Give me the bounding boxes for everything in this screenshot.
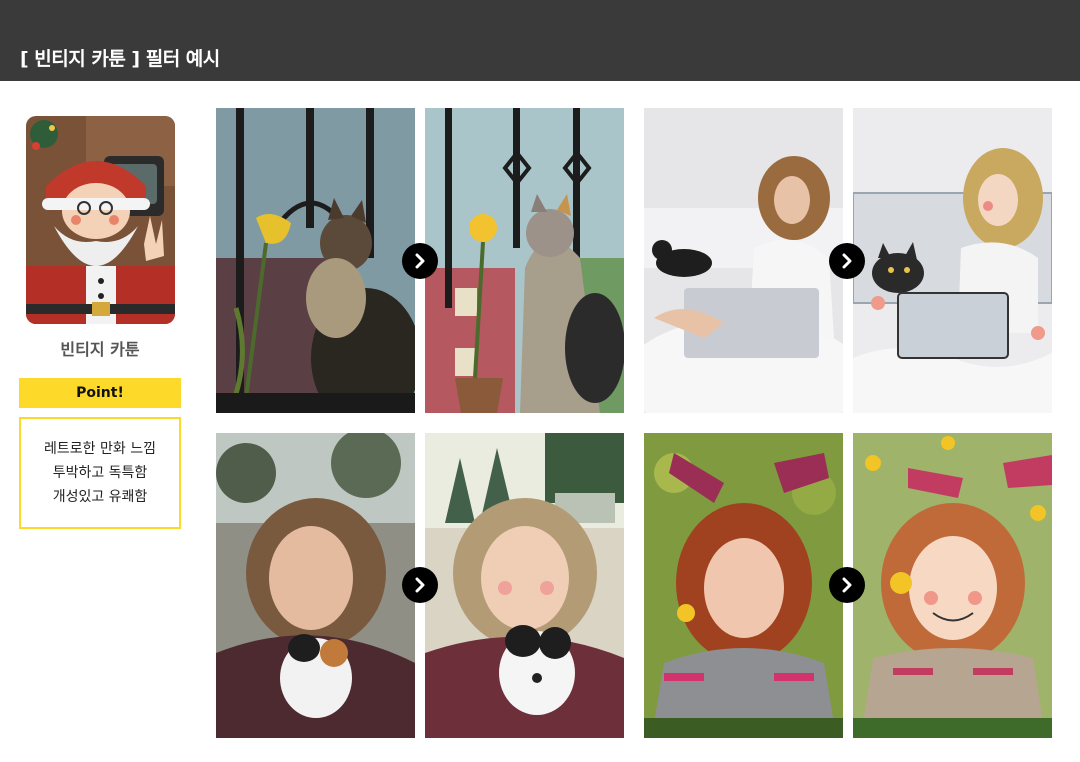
next-arrow-button[interactable] — [402, 567, 438, 603]
cartoon-cat-with-daffodil — [425, 108, 624, 413]
next-arrow-button[interactable] — [829, 567, 865, 603]
point-line-1: 레트로한 만화 느낌 — [44, 440, 156, 457]
chevron-right-icon — [415, 577, 425, 593]
santa-cartoon-thumbnail — [26, 116, 175, 324]
chevron-right-icon — [842, 577, 852, 593]
point-description-box: 레트로한 만화 느낌 투박하고 독특함 개성있고 유쾌함 — [19, 417, 181, 529]
photo-cat-with-daffodil — [216, 108, 415, 413]
point-header: Point! — [19, 378, 181, 408]
next-arrow-button[interactable] — [402, 243, 438, 279]
page-title: [ 빈티지 카툰 ] 필터 예시 — [20, 48, 220, 70]
chevron-right-icon — [842, 253, 852, 269]
point-line-3: 개성있고 유쾌함 — [52, 488, 148, 505]
photo-red-haired-girl-with-flower — [644, 433, 843, 738]
header-bar: [ 빈티지 카툰 ] 필터 예시 — [0, 0, 1080, 81]
cartoon-woman-with-laptop-and-cat — [853, 108, 1052, 413]
chevron-right-icon — [415, 253, 425, 269]
cartoon-girl-holding-puppy — [425, 433, 624, 738]
filter-name-label: 빈티지 카툰 — [60, 340, 140, 359]
photo-girl-holding-puppy — [216, 433, 415, 738]
point-line-2: 투박하고 독특함 — [52, 464, 148, 481]
photo-woman-with-laptop-and-cat — [644, 108, 843, 413]
next-arrow-button[interactable] — [829, 243, 865, 279]
cartoon-red-haired-girl-with-flower — [853, 433, 1052, 738]
